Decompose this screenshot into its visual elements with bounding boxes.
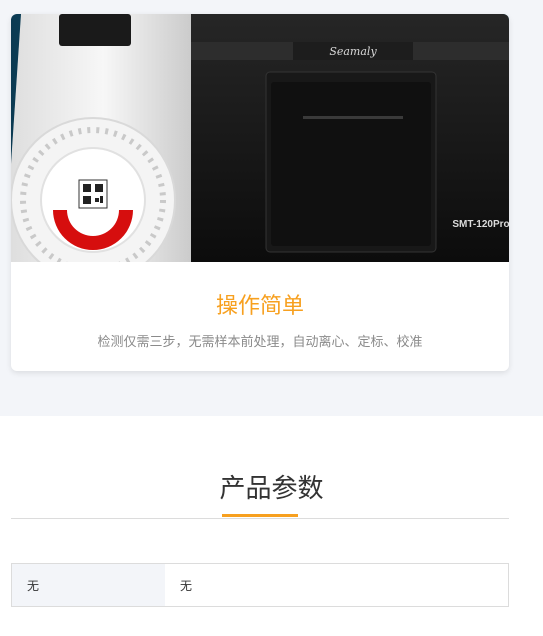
param-value-cell: 无 (180, 578, 193, 593)
section-title-underline (222, 514, 298, 517)
section-divider (11, 518, 509, 519)
brand-logo: Seamaly (329, 45, 377, 58)
product-params-section: 产品参数 无 无 (0, 416, 543, 636)
card-description: 检测仅需三步，无需样本前处理，自动离心、定标、校准 (97, 335, 423, 350)
feature-card: Seamaly SMT-120Pro 操作简单 检测仅需三步，无需样本前处理，自… (11, 14, 509, 371)
card-title: 操作简单 (215, 294, 304, 319)
model-label: SMT-120Pro (452, 219, 509, 230)
section-title: 产品参数 (219, 474, 324, 504)
params-table: 无 无 (11, 563, 509, 607)
product-image: Seamaly SMT-120Pro (11, 14, 509, 262)
param-name-cell: 无 (12, 564, 165, 606)
